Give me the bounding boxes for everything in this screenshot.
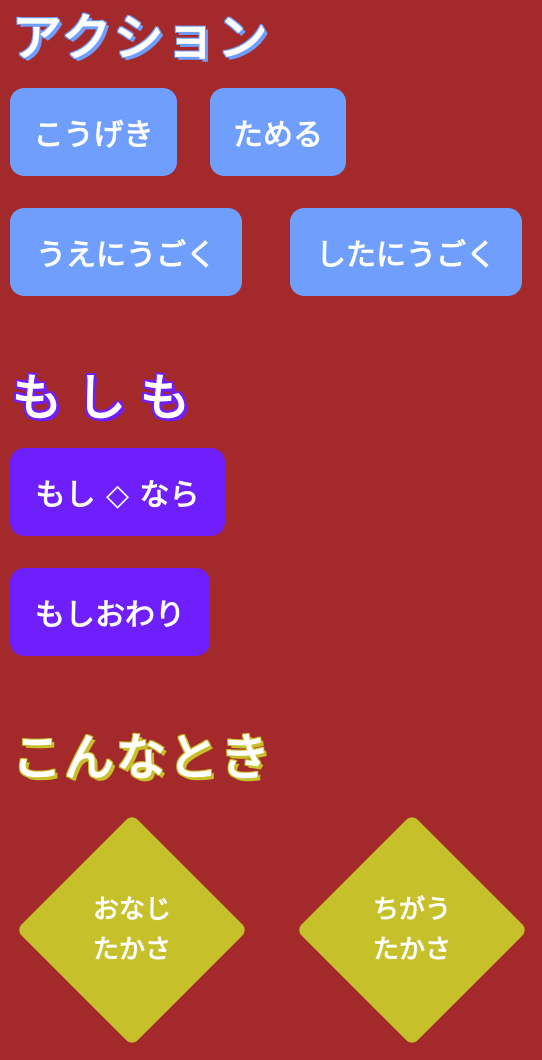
- move-up-button[interactable]: うえにうごく: [10, 208, 242, 296]
- different-height-condition[interactable]: ちがう たかさ: [296, 814, 528, 1046]
- different-height-line1: ちがう: [372, 895, 451, 925]
- section-title-when: こんなとき: [12, 729, 272, 787]
- if-start-button[interactable]: もし ◇ なら: [10, 448, 225, 536]
- move-down-button[interactable]: したにうごく: [290, 208, 522, 296]
- charge-button[interactable]: ためる: [210, 88, 346, 176]
- same-height-line2: たかさ: [92, 935, 171, 965]
- same-height-label: おなじ たかさ: [17, 815, 247, 1045]
- if-end-button[interactable]: もしおわり: [10, 568, 210, 656]
- different-height-line2: たかさ: [372, 935, 451, 965]
- same-height-condition[interactable]: おなじ たかさ: [16, 814, 248, 1046]
- section-title-action: アクション: [12, 9, 270, 67]
- attack-button[interactable]: こうげき: [10, 88, 177, 176]
- different-height-label: ちがう たかさ: [297, 815, 527, 1045]
- section-title-if: もしも: [12, 369, 204, 427]
- same-height-line1: おなじ: [92, 895, 171, 925]
